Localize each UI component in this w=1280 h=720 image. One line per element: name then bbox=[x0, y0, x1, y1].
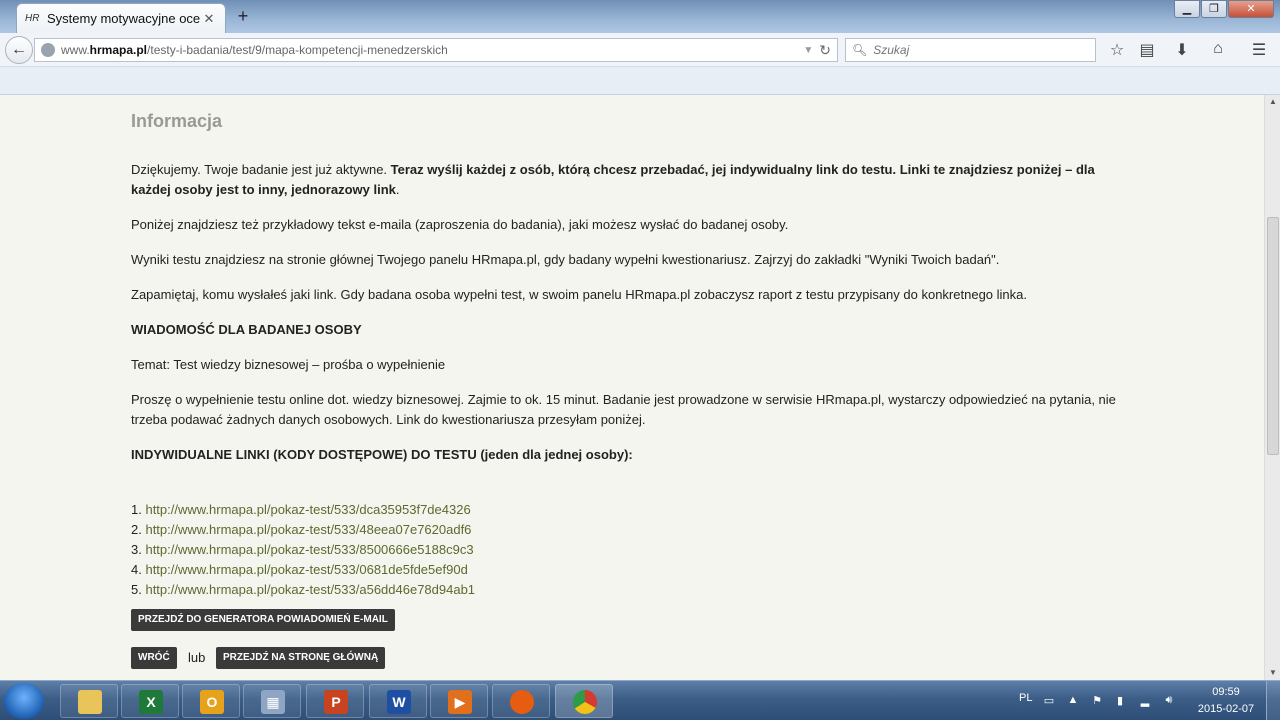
outlook-icon[interactable]: O bbox=[182, 684, 240, 718]
message-body: Proszę o wypełnienie testu online dot. w… bbox=[131, 392, 1116, 427]
scroll-down-icon[interactable]: ▼ bbox=[1265, 666, 1280, 680]
browser-tab[interactable]: HR Systemy motywacyjne oce... ✕ bbox=[16, 3, 226, 33]
list-item: 5. http://www.hrmapa.pl/pokaz-test/533/a… bbox=[131, 582, 476, 597]
window-titlebar: HR Systemy motywacyjne oce... ✕ + ▁ ❐ ✕ bbox=[0, 0, 1280, 33]
clock-time[interactable]: 09:59 bbox=[1196, 686, 1256, 698]
battery-icon[interactable]: ▮ bbox=[1113, 694, 1127, 708]
page-scrollbar[interactable]: ▲ ▼ bbox=[1264, 95, 1280, 680]
list-item: 4. http://www.hrmapa.pl/pokaz-test/533/0… bbox=[131, 562, 468, 577]
search-icon: 🔍︎ bbox=[852, 43, 868, 57]
start-button[interactable] bbox=[4, 683, 44, 719]
show-desktop-button[interactable] bbox=[1266, 681, 1280, 720]
clock-date[interactable]: 2015-02-07 bbox=[1192, 703, 1260, 715]
tray-expand-icon[interactable]: ▲ bbox=[1066, 694, 1080, 708]
reload-icon[interactable]: ↻ bbox=[819, 42, 831, 59]
tab-close-icon[interactable]: ✕ bbox=[201, 11, 217, 27]
test-link[interactable]: http://www.hrmapa.pl/pokaz-test/533/dca3… bbox=[145, 502, 470, 517]
scroll-up-icon[interactable]: ▲ bbox=[1265, 95, 1280, 109]
new-tab-button[interactable]: + bbox=[232, 6, 254, 28]
or-text: lub bbox=[188, 650, 206, 665]
history-dropdown-icon[interactable]: ▼ bbox=[803, 45, 813, 56]
intro-paragraph: Dziękujemy. Twoje badanie jest już aktyw… bbox=[131, 162, 1095, 197]
scrollbar-thumb[interactable] bbox=[1267, 217, 1279, 455]
chrome-icon[interactable] bbox=[555, 684, 613, 718]
menu-icon[interactable]: ☰ bbox=[1248, 40, 1270, 60]
firefox-icon[interactable] bbox=[492, 684, 550, 718]
address-bar[interactable]: www.hrmapa.pl/testy-i-badania/test/9/map… bbox=[34, 38, 838, 62]
search-bar[interactable]: 🔍︎ bbox=[845, 38, 1096, 62]
download-icon[interactable]: ⬇ bbox=[1171, 40, 1193, 60]
page-title: Informacja bbox=[131, 111, 223, 131]
search-input[interactable] bbox=[873, 43, 1074, 57]
word-icon[interactable]: W bbox=[369, 684, 427, 718]
site-identity-icon[interactable] bbox=[41, 43, 55, 57]
network-icon[interactable]: ▂ bbox=[1138, 694, 1152, 708]
volume-icon[interactable]: 🔊︎ bbox=[1162, 694, 1176, 708]
language-indicator[interactable]: PL bbox=[1019, 692, 1032, 704]
close-window-button[interactable]: ✕ bbox=[1228, 0, 1274, 18]
message-subject: Temat: Test wiedzy biznesowej – prośba o… bbox=[131, 357, 446, 372]
tab-favicon-icon: HR bbox=[25, 13, 40, 24]
list-item: 2. http://www.hrmapa.pl/pokaz-test/533/4… bbox=[131, 522, 472, 537]
email-generator-button[interactable]: PRZEJDŹ DO GENERATORA POWIADOMIEŃ E-MAIL bbox=[131, 609, 395, 631]
explorer-icon[interactable] bbox=[60, 684, 118, 718]
minimize-button[interactable]: ▁ bbox=[1174, 0, 1200, 18]
tab-title: Systemy motywacyjne oce... bbox=[47, 11, 201, 26]
list-item: 3. http://www.hrmapa.pl/pokaz-test/533/8… bbox=[131, 542, 474, 557]
windows-taskbar: X O ▦ P W ▶ PL ▭ ▲ ⚑ ▮ ▂ 🔊︎ 09:59 2015-0… bbox=[0, 680, 1280, 720]
keyboard-icon[interactable]: ▭ bbox=[1042, 694, 1056, 708]
message-heading: WIADOMOŚĆ DLA BADANEJ OSOBY bbox=[131, 322, 362, 337]
url-text: www.hrmapa.pl/testy-i-badania/test/9/map… bbox=[61, 43, 448, 57]
back-button[interactable]: ← bbox=[5, 36, 33, 64]
list-item: 1. http://www.hrmapa.pl/pokaz-test/533/d… bbox=[131, 502, 471, 517]
navigation-toolbar: ← www.hrmapa.pl/testy-i-badania/test/9/m… bbox=[0, 33, 1280, 67]
home-page-button[interactable]: PRZEJDŹ NA STRONĘ GŁÓWNĄ bbox=[216, 647, 386, 669]
results-note: Wyniki testu znajdziesz na stronie główn… bbox=[131, 252, 1000, 267]
powerpoint-icon[interactable]: P bbox=[306, 684, 364, 718]
maximize-button[interactable]: ❐ bbox=[1201, 0, 1227, 18]
star-icon[interactable]: ☆ bbox=[1106, 40, 1128, 60]
test-link[interactable]: http://www.hrmapa.pl/pokaz-test/533/48ee… bbox=[145, 522, 471, 537]
test-link[interactable]: http://www.hrmapa.pl/pokaz-test/533/8500… bbox=[145, 542, 473, 557]
test-link[interactable]: http://www.hrmapa.pl/pokaz-test/533/a56d… bbox=[145, 582, 475, 597]
test-link[interactable]: http://www.hrmapa.pl/pokaz-test/533/0681… bbox=[145, 562, 467, 577]
links-heading: INDYWIDUALNE LINKI (KODY DOSTĘPOWE) DO T… bbox=[131, 447, 633, 462]
action-center-flag-icon[interactable]: ⚑ bbox=[1090, 694, 1104, 708]
remember-note: Zapamiętaj, komu wysłałeś jaki link. Gdy… bbox=[131, 287, 1027, 302]
page-viewport: Informacja Dziękujemy. Twoje badanie jes… bbox=[0, 95, 1264, 680]
home-icon[interactable]: ⌂ bbox=[1207, 40, 1229, 60]
back-link-button[interactable]: WRÓĆ bbox=[131, 647, 177, 669]
reading-list-icon[interactable]: ▤ bbox=[1136, 40, 1158, 60]
excel-icon[interactable]: X bbox=[121, 684, 179, 718]
bookmarks-bar bbox=[0, 67, 1280, 95]
media-player-icon[interactable]: ▶ bbox=[430, 684, 488, 718]
calculator-icon[interactable]: ▦ bbox=[243, 684, 301, 718]
email-example-note: Poniżej znajdziesz też przykładowy tekst… bbox=[131, 217, 789, 232]
